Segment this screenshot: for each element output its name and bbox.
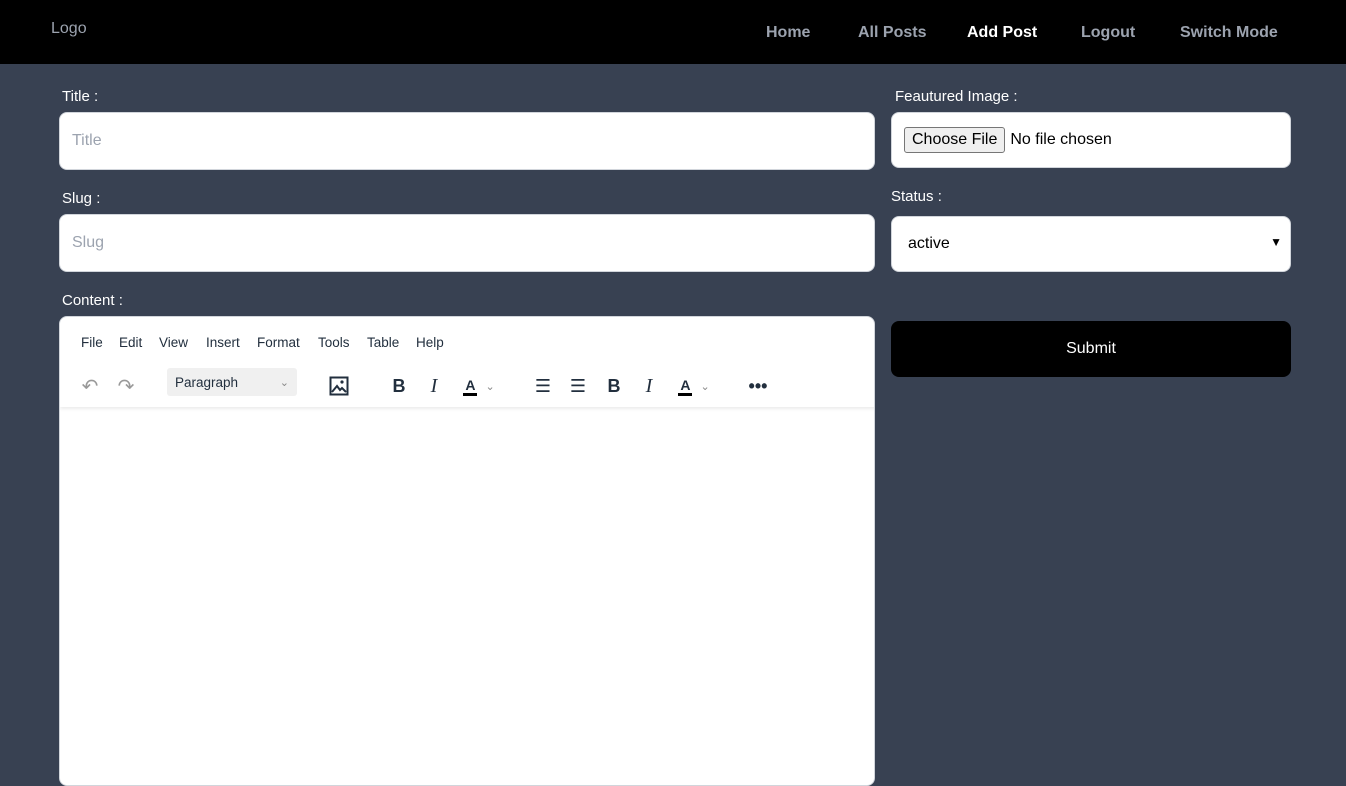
menu-view[interactable]: View: [159, 335, 188, 350]
status-label: Status :: [891, 188, 942, 205]
align-center-icon[interactable]: ☰: [565, 369, 591, 403]
content-label: Content :: [62, 292, 123, 309]
title-placeholder: Title: [72, 132, 102, 149]
redo-icon[interactable]: ↷: [112, 369, 140, 403]
slug-label: Slug :: [62, 190, 101, 207]
menu-help[interactable]: Help: [416, 335, 444, 350]
menu-edit[interactable]: Edit: [119, 335, 142, 350]
nav-all-posts[interactable]: All Posts: [858, 24, 926, 42]
chevron-down-icon: ▼: [1270, 235, 1282, 249]
editor-content-area[interactable]: [60, 409, 874, 785]
submit-button[interactable]: Submit: [891, 321, 1291, 377]
menu-file[interactable]: File: [81, 335, 103, 350]
logo[interactable]: Logo: [51, 20, 87, 38]
bold-icon[interactable]: B: [601, 369, 627, 403]
status-value: active: [908, 235, 950, 252]
block-format-select[interactable]: Paragraph ⌄: [167, 368, 297, 396]
more-icon[interactable]: •••: [745, 369, 771, 403]
slug-input[interactable]: Slug: [59, 214, 875, 272]
title-label: Title :: [62, 88, 99, 105]
nav-switch-mode[interactable]: Switch Mode: [1180, 24, 1278, 42]
choose-file-button[interactable]: Choose File: [904, 127, 1006, 153]
image-label: Feautured Image :: [895, 88, 1018, 105]
chevron-down-icon: ⌄: [279, 376, 289, 389]
block-format-value: Paragraph: [175, 374, 239, 390]
menu-format[interactable]: Format: [257, 335, 300, 350]
italic-icon[interactable]: I: [421, 369, 447, 403]
undo-icon[interactable]: ↶: [76, 369, 104, 403]
text-color-icon[interactable]: A ⌄: [456, 369, 502, 403]
title-input[interactable]: Title: [59, 112, 875, 170]
status-select[interactable]: active ▼: [891, 216, 1291, 272]
slug-placeholder: Slug: [72, 234, 105, 251]
nav-add-post[interactable]: Add Post: [967, 24, 1037, 42]
editor-toolbar: File Edit View Insert Format Tools Table…: [60, 317, 874, 407]
no-file-text: No file chosen: [1010, 131, 1112, 148]
image-icon[interactable]: [326, 369, 352, 403]
featured-image-input[interactable]: Choose File No file chosen: [891, 112, 1291, 168]
align-left-icon[interactable]: ☰: [530, 369, 556, 403]
italic-icon[interactable]: I: [636, 369, 662, 403]
menu-table[interactable]: Table: [367, 335, 399, 350]
text-color-icon[interactable]: A ⌄: [671, 369, 717, 403]
bold-icon[interactable]: B: [386, 369, 412, 403]
navbar: Logo Home All Posts Add Post Logout Swit…: [0, 0, 1346, 64]
rich-text-editor: File Edit View Insert Format Tools Table…: [59, 316, 875, 786]
menu-tools[interactable]: Tools: [318, 335, 350, 350]
nav-logout[interactable]: Logout: [1081, 24, 1135, 42]
nav-home[interactable]: Home: [766, 24, 810, 42]
menu-insert[interactable]: Insert: [206, 335, 240, 350]
